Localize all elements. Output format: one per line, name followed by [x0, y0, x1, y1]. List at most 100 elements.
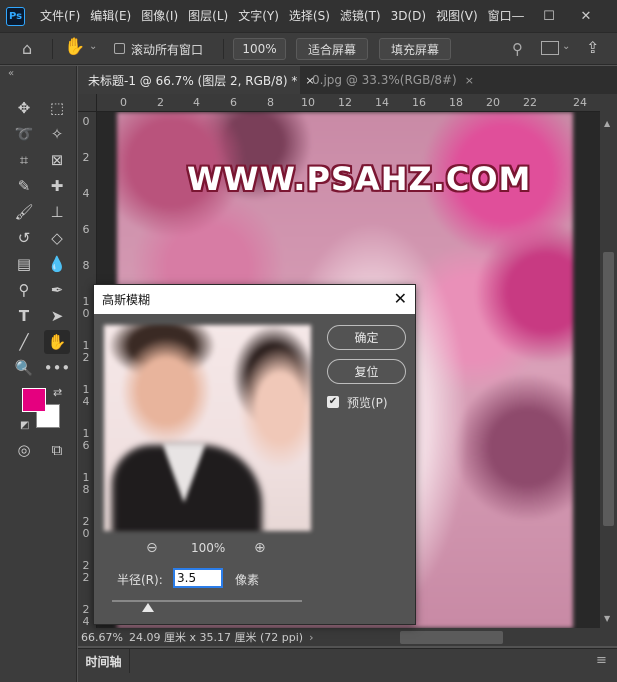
status-bar: 66.67% 24.09 厘米 x 35.17 厘米 (72 ppi) ›: [78, 628, 617, 646]
ruler-tick: 22: [82, 559, 90, 584]
marquee-tool-icon[interactable]: ⬚: [44, 96, 70, 120]
ruler-tick: 16: [82, 427, 90, 452]
preview-checkbox[interactable]: ✔: [327, 396, 339, 408]
default-colors-icon[interactable]: ◩: [20, 420, 29, 431]
magic-wand-icon[interactable]: ✧: [44, 122, 70, 146]
type-tool-icon[interactable]: T: [11, 304, 37, 328]
gradient-tool-icon[interactable]: ▤: [11, 252, 37, 276]
gaussian-blur-dialog: 高斯模糊 ✕ 确定 复位 ✔ 预览(P) ⊖ 100% ⊕ 半径(R): 3.5…: [93, 284, 416, 625]
brush-tool-icon[interactable]: 🖌: [11, 200, 37, 224]
zoom-readout[interactable]: 66.67%: [81, 631, 125, 644]
hand-tool-icon[interactable]: ✋: [64, 37, 85, 57]
vertical-scrollbar[interactable]: ▲ ▼: [600, 94, 617, 628]
zoom-out-icon[interactable]: ⊖: [146, 540, 158, 556]
options-bar: ⌂ ✋ ⌄ 滚动所有窗口 100% 适合屏幕 填充屏幕 ⚲ ⌄ ⇪: [0, 32, 617, 65]
panel-menu-icon[interactable]: ≡: [596, 653, 607, 668]
chevron-down-icon[interactable]: ⌄: [89, 41, 97, 52]
lasso-tool-icon[interactable]: ➰: [11, 122, 37, 146]
menu-layer[interactable]: 图层(L): [183, 0, 233, 32]
radius-input[interactable]: 3.5: [173, 568, 223, 588]
radius-unit: 像素: [235, 573, 260, 587]
scroll-all-checkbox[interactable]: [114, 43, 125, 54]
tab-label: 0.jpg @ 33.3%(RGB/8#): [312, 73, 457, 87]
minimize-icon[interactable]: —: [504, 0, 532, 32]
horizontal-ruler[interactable]: 0 2 4 6 8 10 12 14 16 18 20 22 24: [97, 94, 600, 112]
menu-file[interactable]: 文件(F): [35, 0, 85, 32]
ruler-tick: 18: [82, 471, 90, 496]
zoom-value-field[interactable]: 100%: [233, 38, 286, 60]
radius-slider-track[interactable]: [112, 600, 302, 602]
main-menu: 文件(F) 编辑(E) 图像(I) 图层(L) 文字(Y) 选择(S) 滤镜(T…: [35, 0, 517, 32]
line-tool-icon[interactable]: ╱: [11, 330, 37, 354]
foreground-color-swatch[interactable]: [22, 388, 46, 412]
zoom-tool-icon[interactable]: 🔍: [11, 356, 37, 380]
tools-panel: « ✥ ⬚ ➰ ✧ ⌗ ⊠ ✎ ✚ 🖌 ⊥ ↺ ◇ ▤ 💧 ⚲ ✒ T ➤ ╱ …: [0, 66, 77, 682]
close-icon[interactable]: ✕: [394, 289, 407, 308]
menu-select[interactable]: 选择(S): [284, 0, 335, 32]
quick-mask-icon[interactable]: ◎: [11, 438, 37, 462]
tab-0-jpg[interactable]: 0.jpg @ 33.3%(RGB/8#) ×: [302, 66, 484, 94]
ruler-tick: 12: [338, 96, 352, 109]
horizontal-scroll-thumb[interactable]: [400, 631, 503, 644]
status-menu-arrow[interactable]: ›: [309, 631, 313, 644]
chevron-down-icon[interactable]: ⌄: [562, 41, 570, 52]
screen-mode-icon[interactable]: ⧉: [44, 438, 70, 462]
ok-button[interactable]: 确定: [327, 325, 406, 350]
path-selection-icon[interactable]: ➤: [44, 304, 70, 328]
stamp-tool-icon[interactable]: ⊥: [44, 200, 70, 224]
preview-label: 预览(P): [347, 396, 388, 410]
watermark-text: WWW.PSAHZ.COM: [187, 160, 532, 198]
history-brush-icon[interactable]: ↺: [11, 226, 37, 250]
scroll-up-icon[interactable]: ▲: [604, 119, 610, 128]
blur-tool-icon[interactable]: 💧: [44, 252, 70, 276]
move-tool-icon[interactable]: ✥: [11, 96, 37, 120]
ruler-tick: 24: [82, 603, 90, 628]
ruler-tick: 0: [82, 115, 90, 128]
search-icon[interactable]: ⚲: [512, 40, 523, 58]
zoom-in-icon[interactable]: ⊕: [254, 540, 266, 556]
preview-zoom: 100%: [191, 541, 226, 555]
tab-untitled-1[interactable]: 未标题-1 @ 66.7% (图层 2, RGB/8) * ×: [78, 66, 315, 94]
photoshop-logo: Ps: [6, 6, 25, 26]
eyedropper-icon[interactable]: ✎: [11, 174, 37, 198]
ruler-tick: 24: [573, 96, 587, 109]
blur-preview[interactable]: [104, 325, 311, 531]
menu-type[interactable]: 文字(Y): [233, 0, 284, 32]
home-icon[interactable]: ⌂: [22, 39, 32, 58]
workspace-icon[interactable]: [541, 41, 559, 55]
tab-label: 未标题-1 @ 66.7% (图层 2, RGB/8) *: [88, 73, 298, 88]
more-tools-icon[interactable]: •••: [44, 356, 71, 380]
fit-screen-button[interactable]: 适合屏幕: [296, 38, 368, 60]
crop-tool-icon[interactable]: ⌗: [11, 148, 37, 172]
collapse-icon[interactable]: «: [8, 68, 14, 79]
ruler-tick: 16: [412, 96, 426, 109]
swap-colors-icon[interactable]: ⇄: [53, 386, 62, 399]
menu-edit[interactable]: 编辑(E): [85, 0, 136, 32]
fill-screen-button[interactable]: 填充屏幕: [379, 38, 451, 60]
maximize-icon[interactable]: ☐: [535, 0, 563, 32]
scroll-down-icon[interactable]: ▼: [604, 614, 610, 623]
share-icon[interactable]: ⇪: [586, 38, 599, 57]
close-window-icon[interactable]: ✕: [572, 0, 600, 32]
close-icon[interactable]: ×: [465, 74, 474, 87]
menu-image[interactable]: 图像(I): [136, 0, 183, 32]
menu-filter[interactable]: 滤镜(T): [335, 0, 386, 32]
document-tabs: 未标题-1 @ 66.7% (图层 2, RGB/8) * × 0.jpg @ …: [78, 66, 617, 94]
radius-label: 半径(R):: [117, 573, 163, 587]
vertical-scroll-thumb[interactable]: [603, 252, 614, 526]
ruler-tick: 4: [82, 187, 90, 200]
radius-slider-thumb[interactable]: [142, 603, 154, 612]
eraser-tool-icon[interactable]: ◇: [44, 226, 70, 250]
dodge-tool-icon[interactable]: ⚲: [11, 278, 37, 302]
ruler-tick: 6: [230, 96, 237, 109]
hand-tool-icon[interactable]: ✋: [44, 330, 70, 354]
reset-button[interactable]: 复位: [327, 359, 406, 384]
timeline-tab[interactable]: 时间轴: [78, 649, 130, 673]
menu-3d[interactable]: 3D(D): [386, 0, 431, 32]
frame-tool-icon[interactable]: ⊠: [44, 148, 70, 172]
timeline-panel: 时间轴 ≡: [78, 648, 617, 682]
menu-view[interactable]: 视图(V): [431, 0, 483, 32]
pen-tool-icon[interactable]: ✒: [44, 278, 70, 302]
healing-brush-icon[interactable]: ✚: [44, 174, 70, 198]
ruler-tick: 22: [523, 96, 537, 109]
